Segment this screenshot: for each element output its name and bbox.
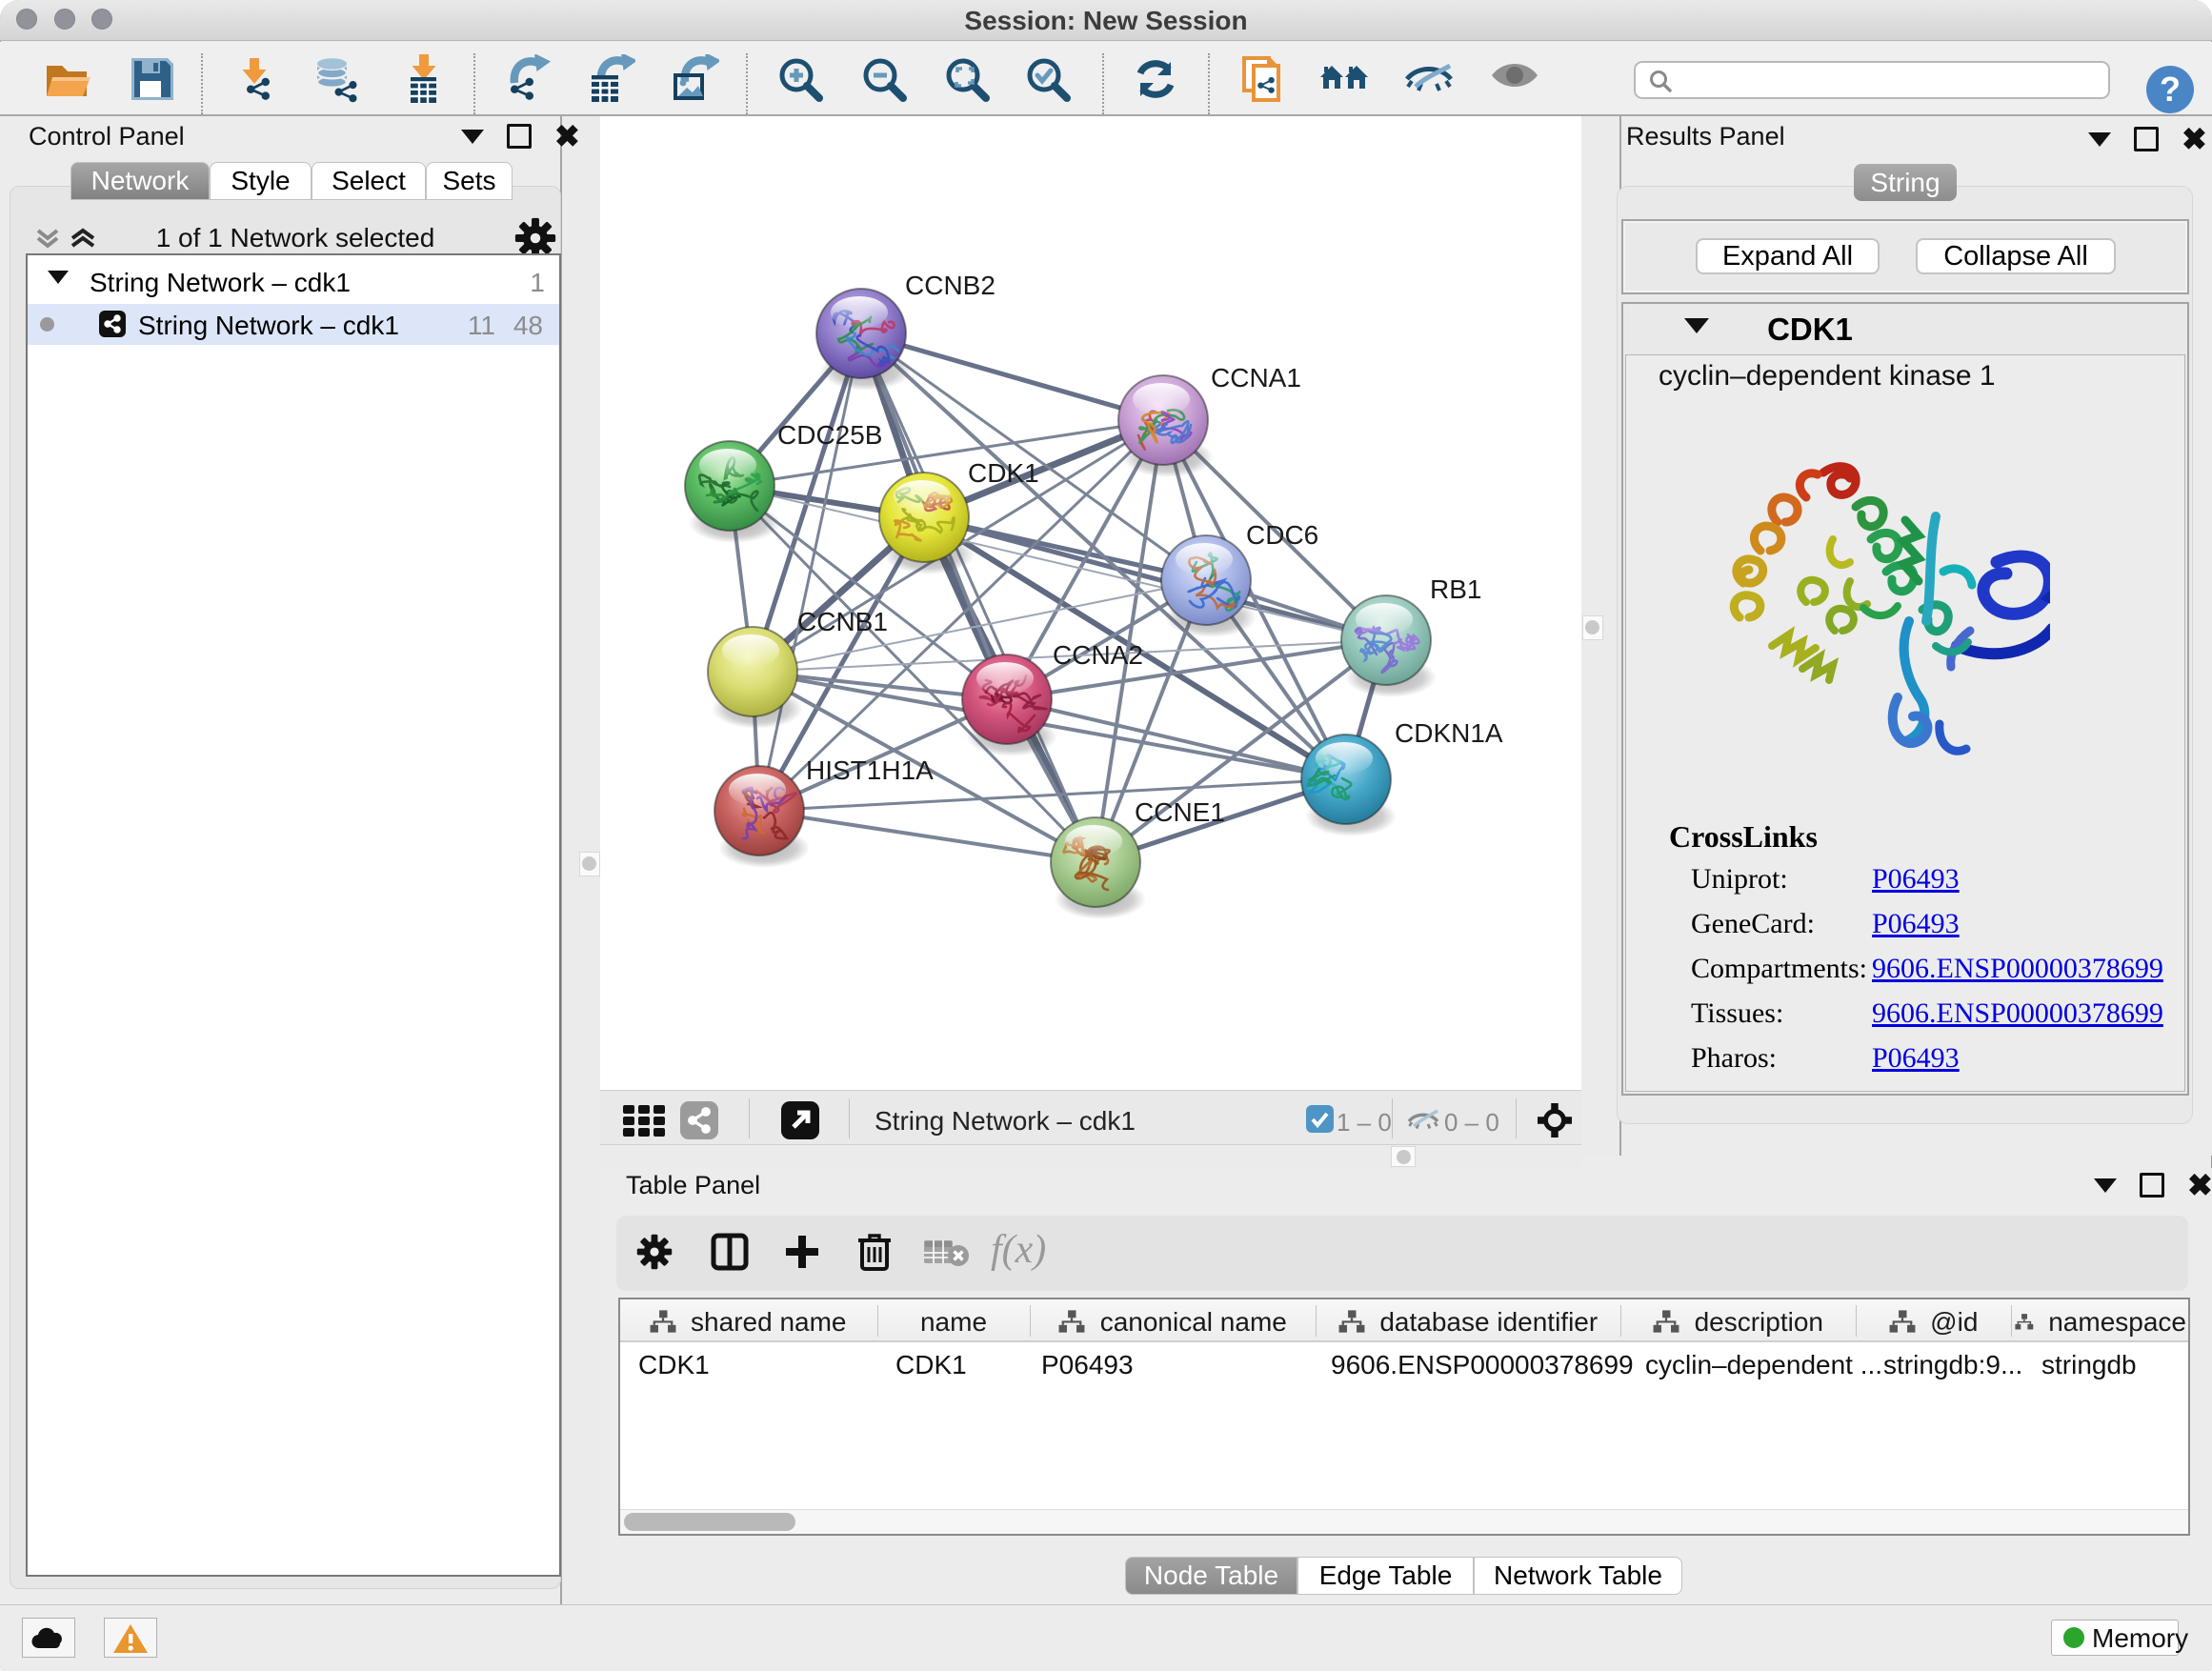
svg-text:RB1: RB1: [1430, 574, 1481, 604]
svg-text:CDC6: CDC6: [1246, 520, 1318, 550]
svg-text:CDC25B: CDC25B: [777, 420, 882, 450]
svg-text:CCNA2: CCNA2: [1053, 640, 1143, 670]
svg-text:CDKN1A: CDKN1A: [1395, 718, 1503, 748]
svg-text:CDK1: CDK1: [968, 458, 1039, 488]
svg-text:CCNA1: CCNA1: [1211, 363, 1301, 393]
svg-text:CCNE1: CCNE1: [1135, 797, 1225, 827]
svg-text:?: ?: [2160, 70, 2181, 109]
svg-text:HIST1H1A: HIST1H1A: [806, 755, 934, 785]
svg-text:CCNB1: CCNB1: [797, 607, 888, 636]
svg-text:CCNB2: CCNB2: [905, 271, 995, 300]
